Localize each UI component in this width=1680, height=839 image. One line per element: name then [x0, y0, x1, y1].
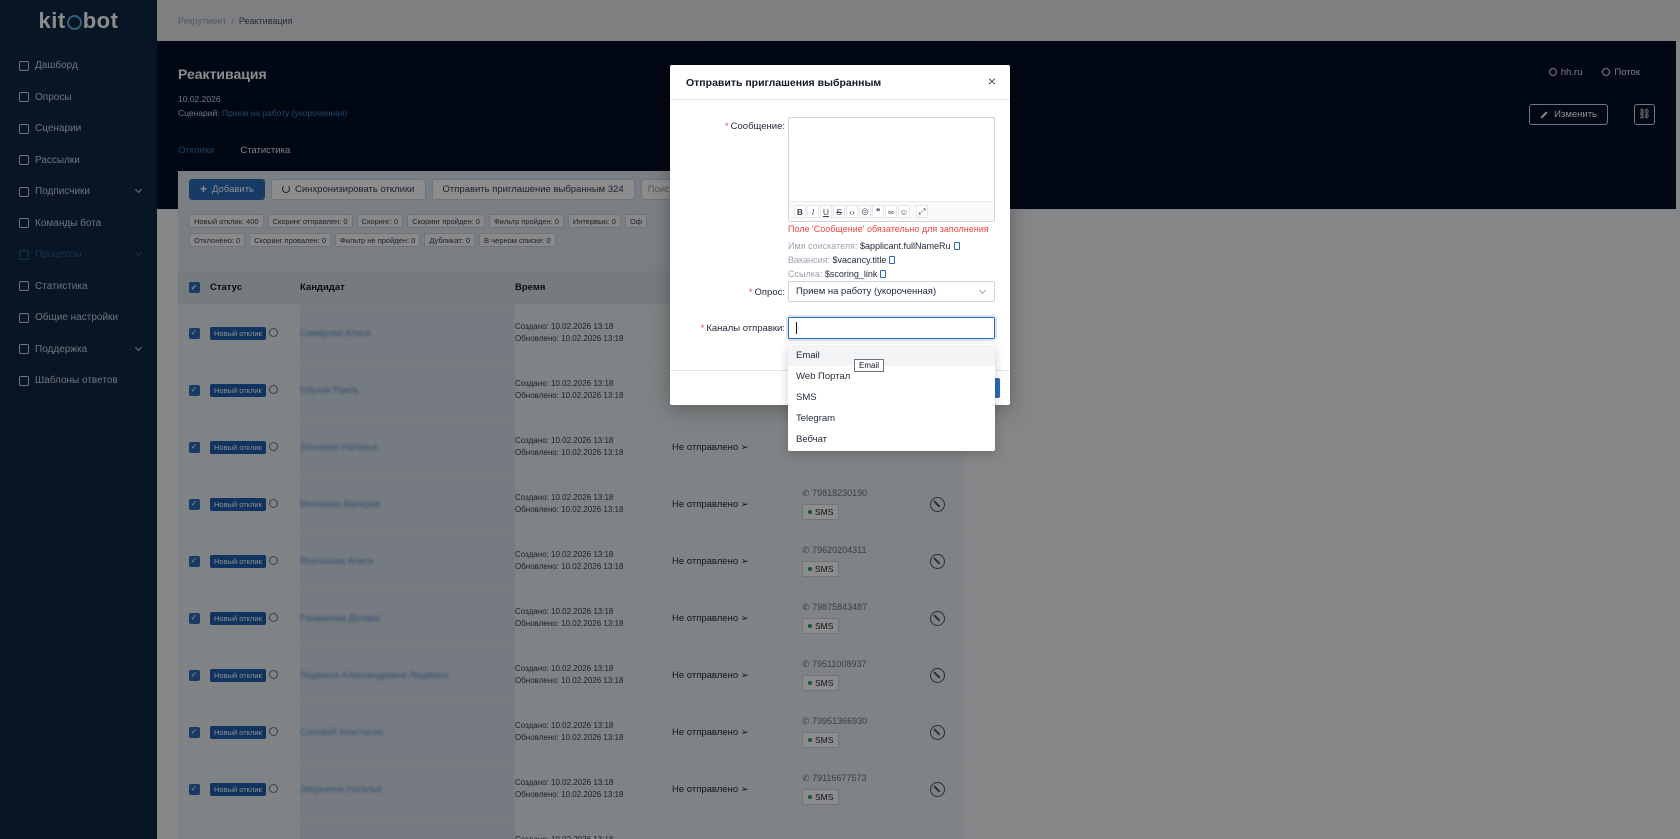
channels-select[interactable]	[788, 317, 995, 339]
editor-toolbar: B I U S ‹› ◎ ❝ ∞ ☺ ⤢	[789, 201, 994, 221]
var-vacancy-line: Вакансия: $vacancy.title	[788, 253, 960, 267]
var-vacancy-label: Вакансия:	[788, 255, 831, 265]
required-mark: *	[748, 287, 753, 298]
survey-select[interactable]: Прием на работу (укороченная)	[788, 281, 995, 302]
survey-label: * Опрос:	[749, 287, 785, 298]
survey-label-text: Опрос:	[754, 287, 786, 298]
italic-icon[interactable]: I	[807, 205, 819, 218]
emoji-icon[interactable]: ☺	[898, 205, 910, 218]
chevron-down-icon	[978, 286, 987, 295]
copy-icon[interactable]	[880, 270, 887, 278]
option-web-portal[interactable]: Web Портал	[788, 366, 995, 387]
var-link-line: Ссылка: $scoring_link	[788, 267, 960, 281]
copy-icon[interactable]	[953, 242, 960, 250]
expand-icon[interactable]: ⤢	[916, 205, 928, 218]
option-tooltip: Email	[854, 359, 885, 372]
link-icon[interactable]: ∞	[885, 205, 897, 218]
option-telegram[interactable]: Telegram	[788, 408, 995, 429]
strikethrough-icon[interactable]: S	[833, 205, 845, 218]
underline-icon[interactable]: U	[820, 205, 832, 218]
bold-icon[interactable]: B	[794, 205, 806, 218]
var-link-label: Ссылка:	[788, 269, 823, 279]
template-variables: Имя соискателя: $applicant.fullNameRu Ва…	[788, 239, 960, 281]
var-link-value: $scoring_link	[824, 269, 878, 279]
option-email[interactable]: Email	[788, 345, 995, 366]
quote-icon[interactable]: ❝	[872, 205, 884, 218]
code-icon[interactable]: ‹›	[846, 205, 858, 218]
var-name-label: Имя соискателя:	[788, 241, 858, 251]
survey-select-value: Прием на работу (укороченная)	[796, 286, 937, 297]
text-caret	[796, 322, 797, 334]
channels-dropdown: Email Web Портал SMS Telegram Вебчат	[788, 344, 995, 451]
spoiler-icon[interactable]: ◎	[859, 205, 871, 218]
message-label-text: Сообщение:	[730, 121, 785, 132]
option-webchat[interactable]: Вебчат	[788, 429, 995, 450]
copy-icon[interactable]	[889, 256, 896, 264]
required-mark: *	[700, 323, 705, 334]
message-error: Поле 'Сообщение' обязательно для заполне…	[788, 224, 989, 234]
channels-label-text: Каналы отправки:	[706, 323, 785, 334]
var-vacancy-value: $vacancy.title	[832, 255, 887, 265]
option-sms[interactable]: SMS	[788, 387, 995, 408]
close-icon[interactable]: ×	[985, 74, 999, 89]
modal-divider	[670, 99, 1010, 100]
var-name-line: Имя соискателя: $applicant.fullNameRu	[788, 239, 960, 253]
var-name-value: $applicant.fullNameRu	[859, 241, 951, 251]
message-editor[interactable]: B I U S ‹› ◎ ❝ ∞ ☺ ⤢	[788, 117, 995, 222]
required-mark: *	[724, 121, 729, 132]
message-label: * Сообщение:	[725, 121, 785, 132]
modal-title: Отправить приглашения выбранным	[686, 77, 882, 89]
channels-label: * Каналы отправки:	[701, 323, 785, 334]
